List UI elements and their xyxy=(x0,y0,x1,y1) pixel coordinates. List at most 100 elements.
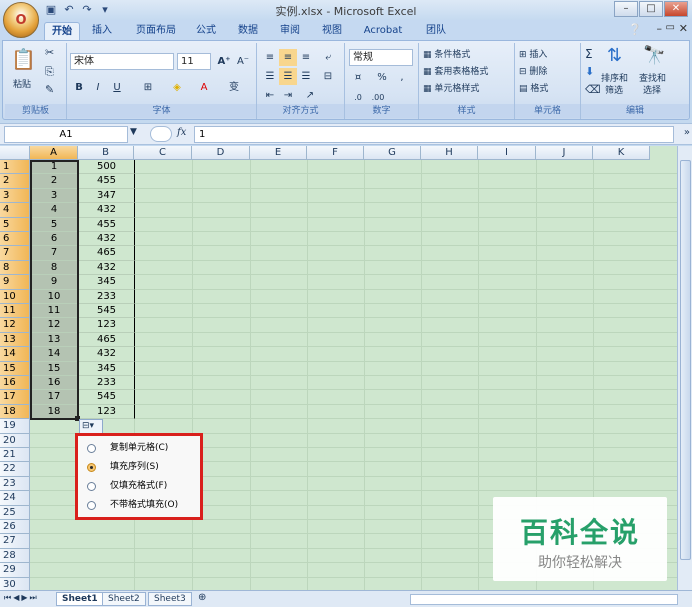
menu-item-fill-formatting-only[interactable]: 仅填充格式(F) xyxy=(82,477,198,496)
column-header-f[interactable]: F xyxy=(307,146,364,160)
row-header[interactable]: 1 xyxy=(0,160,30,175)
row-header[interactable]: 16 xyxy=(0,376,30,391)
column-header-j[interactable]: J xyxy=(536,146,593,160)
column-header-e[interactable]: E xyxy=(250,146,307,160)
cut-icon[interactable]: ✂ xyxy=(45,46,54,59)
autofill-options-button[interactable]: ⊟▾ xyxy=(79,419,103,434)
tab-home[interactable]: 开始 xyxy=(44,22,80,40)
cell-styles-button[interactable]: ▦ 单元格样式 xyxy=(423,81,479,94)
increase-indent-icon[interactable]: ⇥ xyxy=(279,87,297,104)
paste-icon[interactable]: 📋 xyxy=(11,47,36,71)
row-header[interactable]: 9 xyxy=(0,275,30,290)
row-header[interactable]: 12 xyxy=(0,318,30,333)
cell-b[interactable]: 347 xyxy=(78,188,135,204)
sheet-nav-icon[interactable]: ⏮◀▶⏭ xyxy=(4,593,39,603)
row-header[interactable]: 17 xyxy=(0,390,30,405)
cell-b[interactable]: 465 xyxy=(78,246,135,261)
ribbon-minimize-icon[interactable]: – xyxy=(657,22,663,35)
number-format-select[interactable]: 常规 xyxy=(349,49,413,66)
row-header[interactable]: 29 xyxy=(0,563,30,578)
column-header-k[interactable]: K xyxy=(593,146,650,160)
row-header[interactable]: 19 xyxy=(0,419,30,434)
cell-b[interactable]: 123 xyxy=(78,318,135,333)
tab-formulas[interactable]: 公式 xyxy=(190,22,222,40)
expand-formula-icon[interactable]: » xyxy=(684,127,690,138)
align-center-icon[interactable]: ☰ xyxy=(279,68,297,85)
row-header[interactable]: 8 xyxy=(0,260,30,276)
tab-insert[interactable]: 插入 xyxy=(86,22,118,40)
bold-icon[interactable]: B xyxy=(70,79,88,96)
column-header-a[interactable]: A xyxy=(30,146,78,160)
clear-icon[interactable]: ⌫ xyxy=(585,83,601,96)
cell-a[interactable]: 17 xyxy=(31,390,78,405)
column-header-i[interactable]: I xyxy=(478,146,536,160)
borders-icon[interactable]: ⊞ xyxy=(139,79,157,96)
row-header[interactable]: 27 xyxy=(0,534,30,549)
row-header[interactable]: 20 xyxy=(0,433,30,448)
percent-icon[interactable]: % xyxy=(373,69,391,86)
cell-a[interactable]: 13 xyxy=(31,332,78,348)
align-top-icon[interactable]: ≡ xyxy=(261,49,279,66)
wrap-text-icon[interactable]: ⤶ xyxy=(319,49,337,66)
workbook-close-icon[interactable]: ✕ xyxy=(679,22,688,35)
cell-a[interactable]: 3 xyxy=(31,188,78,204)
cell-a[interactable]: 6 xyxy=(31,232,78,247)
column-header-g[interactable]: G xyxy=(364,146,421,160)
sheet-tab-3[interactable]: Sheet3 xyxy=(148,592,192,606)
italic-icon[interactable]: I xyxy=(89,79,107,96)
comma-style-icon[interactable]: , xyxy=(393,69,411,86)
column-header-b[interactable]: B xyxy=(78,146,134,160)
tab-page-layout[interactable]: 页面布局 xyxy=(126,22,186,40)
insert-cells-button[interactable]: ⊞ 插入 xyxy=(519,47,547,60)
insert-sheet-icon[interactable]: ⊕ xyxy=(198,592,206,603)
insert-function-icon[interactable]: fx xyxy=(177,127,186,138)
cell-a[interactable]: 7 xyxy=(31,246,78,261)
merge-center-icon[interactable]: ⊟ xyxy=(319,68,337,85)
conditional-formatting-button[interactable]: ▦ 条件格式 xyxy=(423,47,470,60)
menu-item-copy-cells[interactable]: 复制单元格(C) xyxy=(82,439,198,458)
orientation-icon[interactable]: ↗ xyxy=(301,87,319,104)
row-header[interactable]: 4 xyxy=(0,203,30,218)
row-header[interactable]: 21 xyxy=(0,448,30,463)
cell-b[interactable]: 233 xyxy=(78,289,135,304)
maximize-button[interactable]: □ xyxy=(639,1,663,17)
column-header-h[interactable]: H xyxy=(421,146,478,160)
cell-a[interactable]: 18 xyxy=(31,404,78,420)
row-header[interactable]: 2 xyxy=(0,174,30,189)
cell-b[interactable]: 465 xyxy=(78,332,135,348)
minimize-button[interactable]: – xyxy=(614,1,638,17)
font-color-icon[interactable]: A xyxy=(195,79,213,96)
column-header-c[interactable]: C xyxy=(134,146,192,160)
cell-b[interactable]: 345 xyxy=(78,275,135,290)
row-header[interactable]: 6 xyxy=(0,232,30,247)
row-header[interactable]: 11 xyxy=(0,304,30,319)
close-button[interactable]: ✕ xyxy=(664,1,688,17)
menu-item-fill-without-formatting[interactable]: 不带格式填充(O) xyxy=(82,496,198,515)
column-header-d[interactable]: D xyxy=(192,146,250,160)
help-icon[interactable]: ❔ xyxy=(628,23,642,36)
cell-a[interactable]: 10 xyxy=(31,289,78,304)
font-size-select[interactable]: 11 xyxy=(177,53,211,70)
tab-acrobat[interactable]: Acrobat xyxy=(358,22,408,40)
cell-b[interactable]: 123 xyxy=(78,404,135,420)
cell-b[interactable]: 500 xyxy=(78,160,135,175)
phonetic-icon[interactable]: 变 xyxy=(225,79,243,96)
radio-copy-cells[interactable] xyxy=(87,444,96,453)
cancel-enter-icon[interactable] xyxy=(150,126,172,142)
align-bottom-icon[interactable]: ≡ xyxy=(297,49,315,66)
row-header[interactable]: 26 xyxy=(0,520,30,535)
row-header[interactable]: 14 xyxy=(0,347,30,362)
row-header[interactable]: 28 xyxy=(0,548,30,564)
cell-b[interactable]: 432 xyxy=(78,232,135,247)
cell-a[interactable]: 11 xyxy=(31,304,78,319)
fill-color-icon[interactable]: ◈ xyxy=(168,79,186,96)
horizontal-scrollbar[interactable] xyxy=(410,594,678,605)
sort-filter-icon[interactable]: ⇅ xyxy=(607,45,622,66)
cell-b[interactable]: 432 xyxy=(78,203,135,218)
tab-review[interactable]: 审阅 xyxy=(274,22,306,40)
tab-view[interactable]: 视图 xyxy=(316,22,348,40)
cell-b[interactable]: 545 xyxy=(78,304,135,319)
format-as-table-button[interactable]: ▦ 套用表格格式 xyxy=(423,64,488,77)
row-header[interactable]: 15 xyxy=(0,361,30,376)
radio-fill-formatting-only[interactable] xyxy=(87,482,96,491)
